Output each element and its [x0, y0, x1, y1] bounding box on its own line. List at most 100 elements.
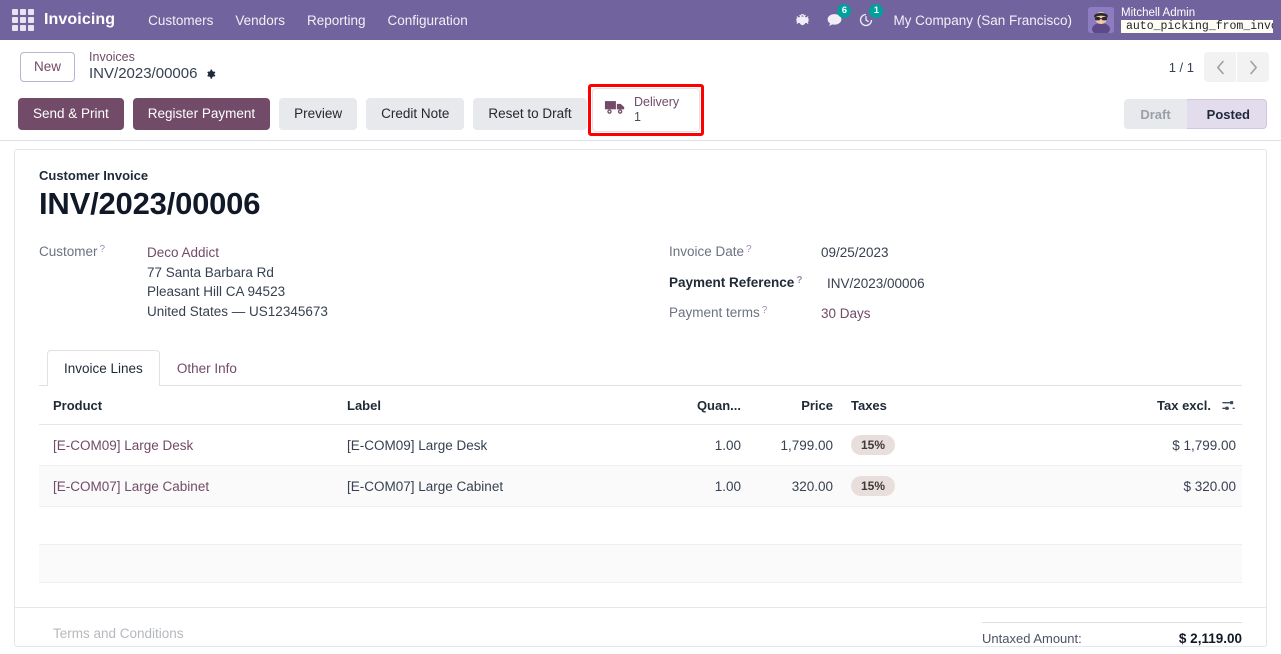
delivery-highlight-box: Delivery 1 [588, 84, 704, 136]
table-row[interactable]: [E-COM09] Large Desk [E-COM09] Large Des… [39, 424, 1242, 466]
smart-buttons-area: Delivery 1 [588, 84, 704, 136]
payment-reference-label-text: Payment Reference [669, 274, 795, 290]
invoice-form-sheet: Customer Invoice INV/2023/00006 Customer… [14, 149, 1267, 648]
untaxed-amount-label: Untaxed Amount: [982, 631, 1082, 647]
untaxed-amount-row: Untaxed Amount: $ 2,119.00 [982, 631, 1242, 646]
line-price[interactable]: 320.00 [749, 465, 841, 507]
line-label[interactable]: [E-COM07] Large Cabinet [339, 465, 669, 507]
column-header-quantity[interactable]: Quan... [669, 386, 749, 425]
bug-icon[interactable] [787, 5, 817, 35]
menu-customers[interactable]: Customers [137, 7, 224, 34]
delivery-count: 1 [634, 110, 641, 124]
register-payment-button[interactable]: Register Payment [132, 98, 271, 131]
tab-invoice-lines[interactable]: Invoice Lines [47, 350, 160, 386]
clock-icon[interactable]: 1 [851, 4, 884, 35]
line-quantity[interactable]: 1.00 [669, 465, 749, 507]
customer-address-line-2: Pleasant Hill CA 94523 [147, 284, 286, 300]
gear-icon[interactable] [204, 68, 217, 81]
sheet-footer: Terms and Conditions Untaxed Amount: $ 2… [15, 607, 1266, 646]
form-column-right: Invoice Date ? 09/25/2023 Payment Refere… [659, 243, 1242, 335]
customer-name-link[interactable]: Deco Addict [147, 245, 219, 260]
notebook-tabs: Invoice Lines Other Info [39, 349, 1242, 386]
table-row[interactable]: [E-COM07] Large Cabinet [E-COM07] Large … [39, 465, 1242, 507]
empty-row[interactable] [39, 544, 1242, 583]
line-quantity[interactable]: 1.00 [669, 424, 749, 466]
delivery-smart-button-text: Delivery 1 [634, 95, 679, 125]
pager: 1 / 1 [1169, 52, 1269, 82]
table-header-row: Product Label Quan... Price Taxes Tax ex… [39, 386, 1242, 425]
help-icon[interactable]: ? [100, 244, 106, 255]
page-title: INV/2023/00006 [39, 186, 261, 222]
database-tag: auto_picking_from_invoic… [1121, 20, 1273, 34]
app-brand-invoicing[interactable]: Invoicing [44, 11, 115, 29]
line-label[interactable]: [E-COM09] Large Desk [339, 424, 669, 466]
help-icon[interactable]: ? [746, 244, 752, 255]
breadcrumb-current-label: INV/2023/00006 [89, 65, 198, 83]
menu-vendors[interactable]: Vendors [224, 7, 296, 34]
sliders-icon[interactable] [1221, 398, 1236, 413]
untaxed-amount-value: $ 2,119.00 [1178, 631, 1242, 647]
status-bar: Draft Posted [1124, 99, 1267, 130]
tab-other-info[interactable]: Other Info [160, 350, 254, 386]
line-price[interactable]: 1,799.00 [749, 424, 841, 466]
chevron-left-icon [1216, 60, 1224, 74]
status-posted[interactable]: Posted [1173, 99, 1267, 130]
reset-to-draft-button[interactable]: Reset to Draft [473, 98, 587, 131]
control-panel: New Invoices INV/2023/00006 Delivery 1 1… [0, 40, 1281, 142]
column-header-taxes[interactable]: Taxes [841, 386, 1081, 425]
customer-label: Customer ? [39, 243, 147, 259]
chat-icon[interactable]: 6 [819, 4, 852, 35]
line-total: $ 1,799.00 [1081, 424, 1242, 466]
user-name: Mitchell Admin [1121, 6, 1196, 19]
pager-text: 1 / 1 [1168, 59, 1194, 75]
line-product-link[interactable]: [E-COM07] Large Cabinet [53, 479, 209, 494]
chevron-right-icon [1249, 60, 1257, 74]
new-button[interactable]: New [20, 52, 76, 82]
menu-configuration[interactable]: Configuration [377, 7, 479, 34]
payment-terms-value[interactable]: 30 Days [821, 304, 871, 324]
user-info: Mitchell Admin auto_picking_from_invoic… [1121, 6, 1273, 34]
form-sheet-background: Customer Invoice INV/2023/00006 Customer… [0, 141, 1281, 648]
column-header-price[interactable]: Price [749, 386, 841, 425]
pager-previous-button[interactable] [1204, 52, 1236, 82]
menu-reporting[interactable]: Reporting [296, 7, 377, 34]
invoice-date-value[interactable]: 09/25/2023 [821, 243, 889, 263]
breadcrumb-invoices[interactable]: Invoices [89, 50, 217, 66]
send-and-print-button[interactable]: Send & Print [18, 98, 124, 131]
column-header-product[interactable]: Product [39, 386, 339, 425]
invoice-lines-body: [E-COM09] Large Desk [E-COM09] Large Des… [39, 424, 1242, 583]
chat-badge: 6 [837, 4, 852, 18]
line-product-link[interactable]: [E-COM09] Large Desk [53, 438, 193, 453]
customer-field-row: Customer ? Deco Addict 77 Santa Barbara … [39, 243, 659, 321]
totals-block: Untaxed Amount: $ 2,119.00 [982, 622, 1242, 646]
column-header-tax-excl[interactable]: Tax excl. [1081, 386, 1242, 425]
avatar [1088, 7, 1114, 33]
pager-next-button[interactable] [1237, 52, 1269, 82]
invoice-date-label: Invoice Date ? [669, 243, 821, 259]
payment-reference-field-row: Payment Reference ? INV/2023/00006 [669, 274, 1242, 294]
company-switcher[interactable]: My Company (San Francisco) [883, 7, 1082, 34]
database-name: auto_picking_from_invoic… [1126, 20, 1273, 33]
payment-reference-value[interactable]: INV/2023/00006 [821, 274, 925, 294]
user-menu[interactable]: Mitchell Admin auto_picking_from_invoic… [1084, 6, 1273, 34]
delivery-label: Delivery [634, 95, 680, 109]
navbar-right-group: 6 1 My Company (San Francisco) Mitchell … [787, 4, 1273, 35]
line-tax-badge[interactable]: 15% [851, 476, 896, 496]
terms-and-conditions-input[interactable]: Terms and Conditions [39, 622, 184, 641]
payment-terms-field-row: Payment terms ? 30 Days [669, 304, 1242, 324]
credit-note-button[interactable]: Credit Note [366, 98, 465, 131]
empty-row[interactable] [39, 506, 1242, 545]
payment-terms-label: Payment terms ? [669, 304, 821, 320]
invoice-lines-table: Product Label Quan... Price Taxes Tax ex… [39, 386, 1242, 583]
preview-button[interactable]: Preview [279, 98, 358, 131]
invoice-lines-header: Product Label Quan... Price Taxes Tax ex… [39, 386, 1242, 425]
help-icon[interactable]: ? [796, 275, 802, 286]
control-panel-top: New Invoices INV/2023/00006 Delivery 1 1… [0, 40, 1281, 136]
apps-grid-icon[interactable] [12, 9, 34, 31]
delivery-smart-button[interactable]: Delivery 1 [592, 88, 700, 132]
column-header-label[interactable]: Label [339, 386, 669, 425]
customer-address-line-1: 77 Santa Barbara Rd [147, 264, 274, 280]
help-icon[interactable]: ? [762, 305, 768, 316]
line-tax-badge[interactable]: 15% [851, 435, 896, 455]
activity-badge: 1 [869, 4, 884, 18]
